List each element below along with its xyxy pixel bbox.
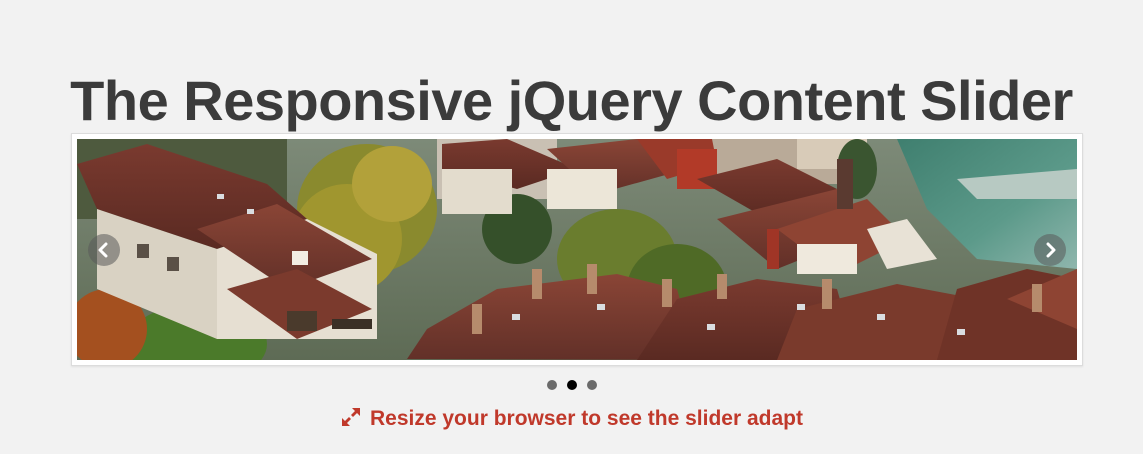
page-title: The Responsive jQuery Content Slider [70,68,1073,132]
previous-slide-button[interactable] [88,234,120,266]
resize-hint: Resize your browser to see the slider ad… [0,403,1143,435]
resize-arrows-icon [342,408,360,426]
pager-dot-1[interactable] [546,380,557,390]
slider-pager [0,380,1143,392]
chevron-left-icon [98,242,108,258]
next-slide-button[interactable] [1034,234,1066,266]
resize-hint-text: Resize your browser to see the slider ad… [370,407,803,430]
chevron-right-icon [1046,242,1056,258]
slide-image [77,139,1077,360]
town-rooftops-photo [77,139,1077,360]
content-slider [71,133,1083,366]
pager-dot-2[interactable] [566,380,577,390]
pager-dot-3[interactable] [586,380,597,390]
